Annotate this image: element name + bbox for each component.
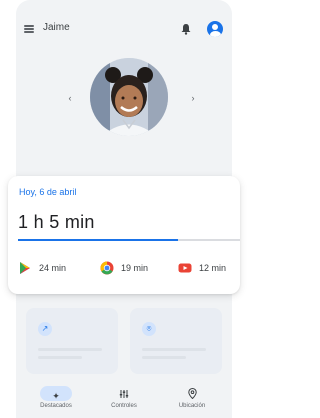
- tab-controles[interactable]: Controles: [92, 386, 156, 418]
- activity-tile[interactable]: ↗: [26, 308, 118, 374]
- app-usage-youtube[interactable]: 12 min: [178, 260, 226, 276]
- top-app-bar: Jaime: [16, 8, 232, 50]
- tab-ubicacion[interactable]: Ubicación: [160, 386, 224, 418]
- location-pin-icon: [187, 387, 197, 400]
- menu-icon[interactable]: [24, 25, 34, 33]
- tab-indicator: [176, 386, 208, 401]
- app-usage-time: 12 min: [199, 263, 227, 273]
- tab-destacados[interactable]: ✦ Destacados: [24, 386, 88, 418]
- account-avatar-icon[interactable]: [207, 21, 223, 37]
- total-screen-time: 1 h 5 min: [18, 212, 95, 232]
- child-name-title: Jaime: [43, 22, 70, 33]
- notifications-bell-icon[interactable]: [181, 23, 191, 35]
- top-apps-list: 24 min 19 min 12 min: [18, 260, 238, 276]
- location-icon: ⌾: [142, 322, 156, 336]
- placeholder-line: [142, 356, 186, 359]
- youtube-icon: [178, 263, 192, 273]
- bottom-navigation: ✦ Destacados Controles Ubicación: [16, 384, 232, 418]
- screen-time-card[interactable]: Hoy, 6 de abril 1 h 5 min 24 min 19 min: [8, 176, 240, 294]
- placeholder-line: [38, 356, 82, 359]
- child-profile-hero: ‹ ›: [16, 50, 232, 170]
- app-usage-play-store[interactable]: 24 min: [18, 260, 66, 276]
- app-usage-time: 24 min: [39, 263, 67, 273]
- placeholder-line: [142, 348, 206, 351]
- chevron-left-icon[interactable]: ‹: [65, 93, 75, 103]
- date-label: Hoy, 6 de abril: [19, 187, 77, 197]
- child-photo: [90, 58, 168, 136]
- chevron-right-icon[interactable]: ›: [188, 93, 198, 103]
- play-store-icon: [20, 262, 30, 274]
- trending-icon: ↗: [38, 322, 52, 336]
- daily-usage-progress-fill: [18, 239, 178, 241]
- placeholder-line: [38, 348, 102, 351]
- tab-label: Ubicación: [178, 403, 206, 409]
- tab-label: Destacados: [40, 403, 72, 409]
- tab-indicator: [108, 386, 140, 401]
- feature-tiles: ↗ ⌾: [16, 308, 232, 378]
- child-portrait-illustration: [90, 58, 168, 136]
- app-usage-chrome[interactable]: 19 min: [100, 260, 148, 276]
- tab-indicator: ✦: [40, 386, 72, 401]
- chrome-icon: [100, 261, 114, 275]
- app-usage-time: 19 min: [121, 263, 149, 273]
- daily-usage-progress: [18, 239, 240, 241]
- sparkle-icon: ✦: [52, 391, 60, 401]
- tab-label: Controles: [111, 403, 137, 409]
- sliders-icon: [119, 390, 129, 398]
- location-tile[interactable]: ⌾: [130, 308, 222, 374]
